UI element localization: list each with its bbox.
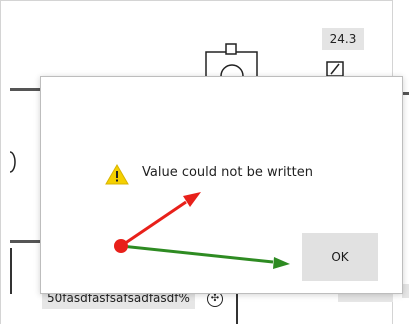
ok-button[interactable]: OK xyxy=(302,233,378,281)
pipe-left-upper xyxy=(10,88,42,91)
pipe-left-lower xyxy=(10,240,42,243)
pipe-vertical-bottom xyxy=(236,294,238,324)
pipe-vertical-left xyxy=(10,248,12,294)
value-readout: 24.3 xyxy=(322,28,364,50)
bg-scroll-marker xyxy=(402,284,409,298)
warning-triangle-icon xyxy=(105,164,129,185)
dialog-message: Value could not be written xyxy=(142,165,313,180)
